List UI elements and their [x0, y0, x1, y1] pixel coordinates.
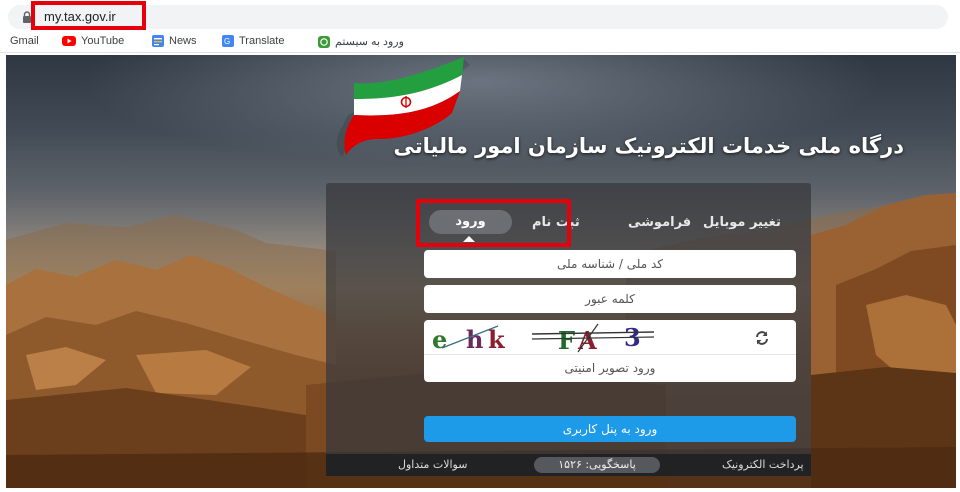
url-highlight-box — [31, 1, 146, 30]
bookmark-youtube[interactable]: YouTube — [62, 35, 124, 47]
bookmark-translate[interactable]: G Translate — [222, 35, 284, 47]
bookmark-news[interactable]: News — [152, 35, 197, 47]
address-bar-row: my.tax.gov.ir — [0, 0, 960, 31]
translate-icon: G — [222, 35, 234, 47]
bookmark-label: Translate — [239, 35, 285, 47]
bookmark-gmail[interactable]: Gmail — [10, 35, 39, 47]
svg-text:F: F — [558, 326, 575, 354]
youtube-icon — [62, 36, 76, 46]
login-system-icon — [318, 35, 330, 48]
page-hero: درگاه ملی خدمات الکترونیک سازمان امور ما… — [6, 55, 956, 488]
captcha-input[interactable]: ورود تصویر امنیتی — [424, 354, 796, 382]
login-submit-button[interactable]: ورود به پنل کاربری — [424, 416, 796, 442]
faq-link[interactable]: سوالات متداول — [398, 458, 467, 471]
captcha-image: e h k F A 3 — [432, 323, 654, 354]
svg-text:G: G — [224, 37, 230, 46]
bookmark-label: News — [169, 35, 197, 47]
bookmarks-bar: Gmail YouTube News G Translate ورود به س… — [0, 31, 960, 53]
panel-footer: پرداخت الکترونیک پاسخگویی: ۱۵۲۶ سوالات م… — [326, 454, 811, 476]
news-icon — [152, 35, 164, 47]
support-phone-badge: پاسخگویی: ۱۵۲۶ — [534, 457, 660, 473]
password-field[interactable]: کلمه عبور — [424, 285, 796, 313]
tab-forgot-password[interactable]: فراموشی — [628, 215, 691, 230]
bookmark-label: Gmail — [10, 35, 39, 47]
svg-text:h: h — [466, 325, 483, 354]
address-bar[interactable]: my.tax.gov.ir — [8, 5, 948, 29]
national-id-field[interactable]: کد ملی / شناسه ملی — [424, 250, 796, 278]
bookmark-label: ورود به سیستم — [335, 36, 404, 48]
tab-change-mobile[interactable]: تغییر موبایل — [703, 215, 781, 230]
bookmark-label: YouTube — [81, 35, 125, 47]
captcha-box: e h k F A 3 ورود تصویر امنیتی — [424, 320, 796, 382]
e-payment-link[interactable]: پرداخت الکترونیک — [722, 458, 804, 471]
login-panel: تغییر موبایل فراموشی ثبت نام ورود کد ملی… — [326, 183, 811, 476]
page-title: درگاه ملی خدمات الکترونیک سازمان امور ما… — [393, 134, 904, 158]
svg-text:e: e — [432, 325, 447, 354]
tabs-highlight-box — [416, 199, 571, 247]
bookmark-login-system[interactable]: ورود به سیستم — [318, 35, 404, 48]
refresh-captcha-icon[interactable] — [754, 330, 770, 346]
